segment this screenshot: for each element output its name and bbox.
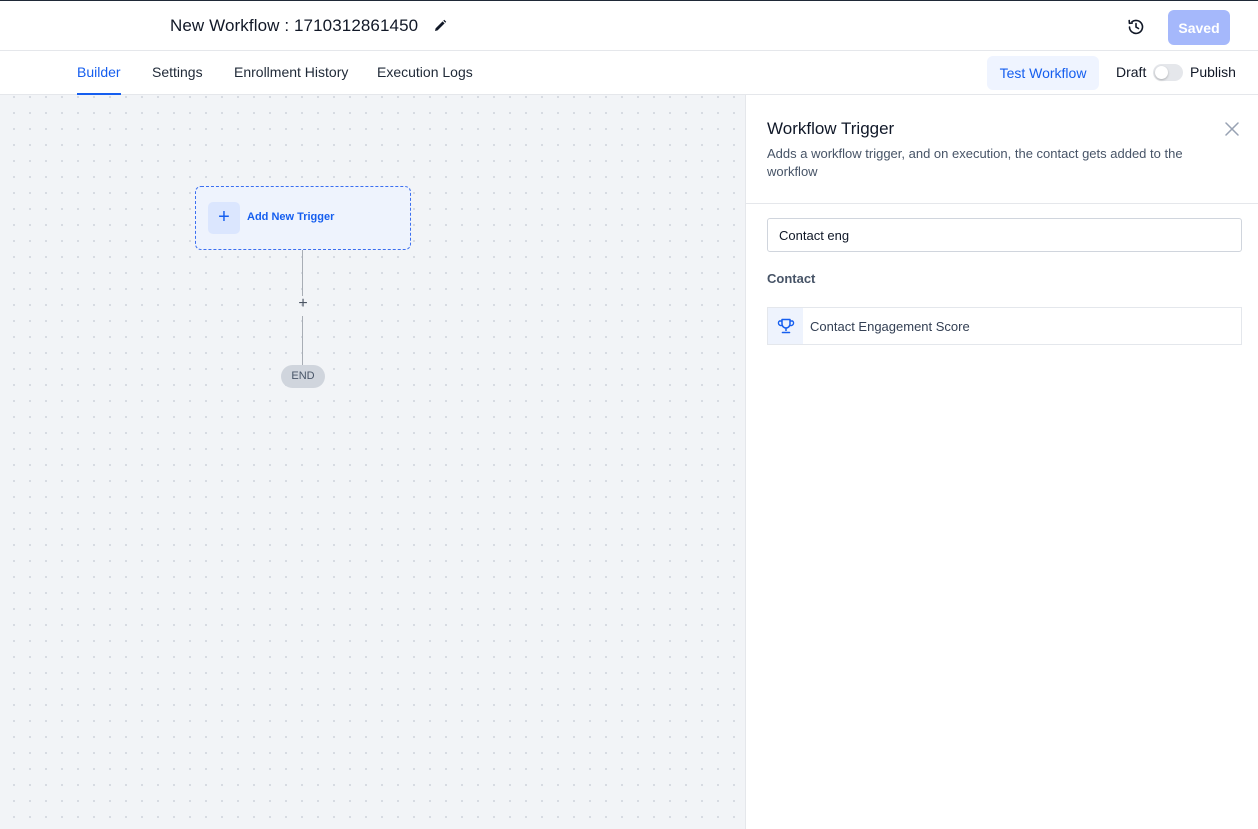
trophy-icon	[768, 308, 803, 344]
trigger-panel: Workflow Trigger Adds a workflow trigger…	[745, 95, 1258, 829]
tab-execution-logs[interactable]: Execution Logs	[377, 51, 473, 95]
plus-icon: +	[208, 202, 240, 234]
option-label: Contact Engagement Score	[810, 319, 970, 334]
history-icon[interactable]	[1126, 17, 1146, 37]
workflow-canvas[interactable]: + Add New Trigger + END	[0, 95, 745, 829]
draft-label: Draft	[1116, 64, 1147, 80]
tab-settings[interactable]: Settings	[152, 51, 203, 95]
connector-line	[302, 250, 303, 296]
title-area: New Workflow : 1710312861450	[170, 16, 447, 36]
connector-line	[302, 316, 303, 365]
publish-toggle[interactable]	[1153, 64, 1183, 81]
add-step-button[interactable]: +	[294, 296, 312, 314]
test-workflow-button[interactable]: Test Workflow	[987, 56, 1099, 90]
trigger-option[interactable]: Contact Engagement Score	[767, 307, 1242, 345]
panel-title: Workflow Trigger	[767, 119, 895, 138]
panel-header: Workflow Trigger Adds a workflow trigger…	[746, 95, 1258, 204]
publish-label: Publish	[1190, 64, 1236, 80]
top-bar: New Workflow : 1710312861450 Saved	[0, 0, 1258, 51]
add-trigger-card[interactable]: + Add New Trigger	[195, 186, 411, 250]
tab-bar: Builder Settings Enrollment History Exec…	[0, 51, 1258, 95]
add-trigger-label: Add New Trigger	[247, 211, 335, 223]
pencil-icon[interactable]	[433, 19, 447, 33]
workflow-title: New Workflow : 1710312861450	[170, 16, 419, 35]
trigger-search-input[interactable]	[767, 218, 1242, 252]
tab-builder[interactable]: Builder	[77, 51, 121, 95]
saved-button[interactable]: Saved	[1168, 10, 1230, 45]
group-label: Contact	[767, 271, 816, 286]
tab-enrollment-history[interactable]: Enrollment History	[234, 51, 348, 95]
end-node: END	[281, 365, 325, 388]
panel-description: Adds a workflow trigger, and on executio…	[767, 146, 1183, 179]
close-icon[interactable]	[1224, 121, 1240, 137]
toggle-knob	[1155, 66, 1168, 79]
